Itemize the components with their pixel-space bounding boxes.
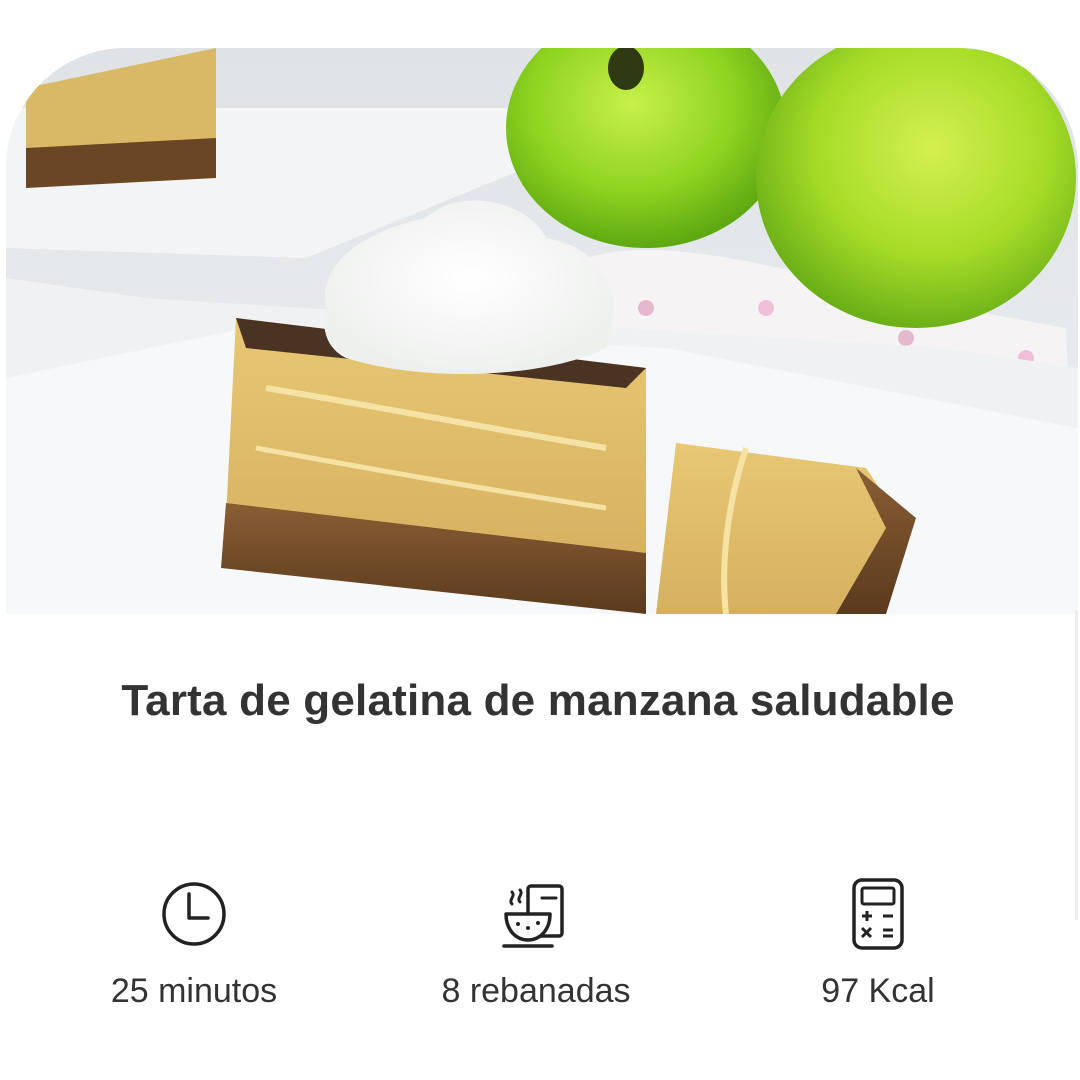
- stat-servings-label: 8 rebanadas: [441, 972, 631, 1010]
- recipe-stats: 25 minutos 8 rebanadas 97 Kcal: [0, 876, 1076, 1036]
- stat-servings: 8 rebanadas: [386, 876, 686, 1011]
- bowl-icon: [502, 884, 564, 948]
- card-edge: [1075, 610, 1078, 920]
- stat-kcal-label: 97 Kcal: [821, 972, 935, 1010]
- calculator-icon: [852, 878, 904, 950]
- stat-kcal: 97 Kcal: [728, 876, 1028, 1011]
- recipe-image[interactable]: [6, 48, 1078, 614]
- stat-time: 25 minutos: [44, 876, 344, 1011]
- stat-time-label: 25 minutos: [110, 972, 278, 1010]
- recipe-photo: [6, 48, 1078, 614]
- recipe-card[interactable]: Tarta de gelatina de manzana saludable 2…: [0, 0, 1080, 1080]
- recipe-title[interactable]: Tarta de gelatina de manzana saludable: [0, 676, 1076, 726]
- clock-icon: [162, 882, 226, 946]
